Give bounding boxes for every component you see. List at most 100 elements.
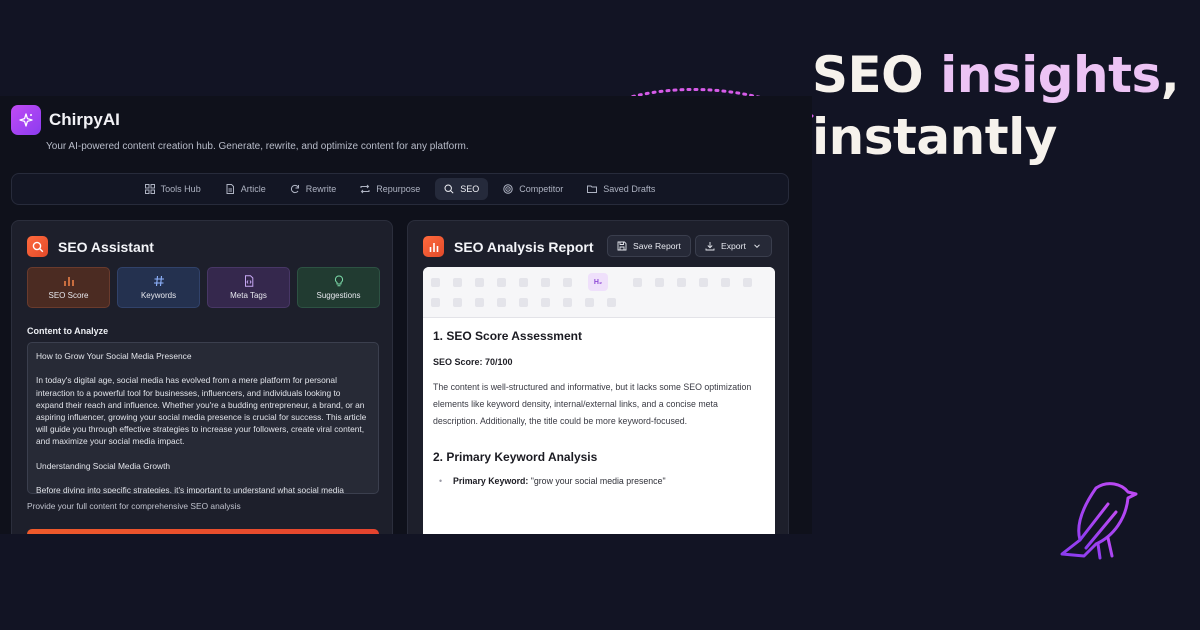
tool-label: Suggestions xyxy=(316,291,361,300)
save-report-button[interactable]: Save Report xyxy=(607,235,691,257)
app-window: ChirpyAI Your AI-powered content creatio… xyxy=(0,96,812,534)
bar-chart-icon xyxy=(63,277,74,286)
format-button[interactable] xyxy=(541,278,550,287)
format-button[interactable] xyxy=(431,278,440,287)
save-icon xyxy=(617,241,627,251)
card-header: SEO Assistant xyxy=(27,236,154,257)
nav-rewrite[interactable]: Rewrite xyxy=(281,178,346,200)
format-button[interactable] xyxy=(563,278,572,287)
keyword-label: Primary Keyword: xyxy=(453,476,529,486)
search-icon xyxy=(444,184,454,194)
content-textarea[interactable]: How to Grow Your Social Media Presence I… xyxy=(27,342,379,494)
nav-seo[interactable]: SEO xyxy=(435,178,489,200)
content-hint: Provide your full content for comprehens… xyxy=(27,501,241,511)
toolbar-row-1 xyxy=(431,278,572,287)
hero-headline: SEO insights, instantly xyxy=(812,44,1192,168)
keyword-value: "grow your social media presence" xyxy=(528,476,666,486)
nav-article[interactable]: Article xyxy=(216,178,275,200)
format-button[interactable] xyxy=(475,298,484,307)
content-label: Content to Analyze xyxy=(27,326,109,336)
target-icon xyxy=(503,184,513,194)
format-button[interactable] xyxy=(607,298,616,307)
nav-label: Tools Hub xyxy=(160,184,201,194)
format-button[interactable] xyxy=(453,278,462,287)
code-file-icon xyxy=(244,275,253,287)
section-heading: 1. SEO Score Assessment xyxy=(433,329,582,343)
hero-line-2: instantly xyxy=(812,108,1057,166)
card-title: SEO Analysis Report xyxy=(454,238,594,255)
tool-label: SEO Score xyxy=(48,291,89,300)
nav-label: Repurpose xyxy=(376,184,421,194)
lightbulb-icon xyxy=(334,275,343,287)
brand-name: ChirpyAI xyxy=(49,110,120,129)
bird-logo-icon xyxy=(1060,482,1138,560)
nav-label: Rewrite xyxy=(305,184,337,194)
nav-label: Article xyxy=(240,184,266,194)
hero-line-1: SEO insights, xyxy=(812,44,1192,106)
format-button[interactable] xyxy=(563,298,572,307)
hash-icon xyxy=(153,275,164,287)
meta-tags-button[interactable]: Meta Tags xyxy=(207,267,290,308)
report-document: H₂ 1. SEO Score Assessment SEO Score: 70… xyxy=(423,267,775,534)
editor-toolbar: H₂ xyxy=(423,267,775,318)
nav-label: Saved Drafts xyxy=(603,184,656,194)
document-body[interactable]: 1. SEO Score Assessment SEO Score: 70/10… xyxy=(423,318,775,496)
nav-label: Competitor xyxy=(519,184,564,194)
analyze-button[interactable] xyxy=(27,529,379,534)
tagline: Your AI-powered content creation hub. Ge… xyxy=(46,141,469,152)
tool-buttons: SEO Score Keywords Meta Tags Suggestions xyxy=(27,267,380,308)
hero-comma: , xyxy=(1160,46,1180,104)
seo-score-text: SEO Score: 70/100 xyxy=(433,357,513,367)
format-button[interactable] xyxy=(655,278,664,287)
toolbar-row-2 xyxy=(431,298,616,307)
list-item: Primary Keyword: "grow your social media… xyxy=(433,476,765,486)
hero-highlight: insights xyxy=(940,46,1161,104)
format-button[interactable] xyxy=(431,298,440,307)
suggestions-button[interactable]: Suggestions xyxy=(297,267,380,308)
format-button[interactable] xyxy=(721,278,730,287)
grid-icon xyxy=(144,184,155,194)
document-icon xyxy=(226,184,234,194)
sparkle-icon xyxy=(11,105,41,135)
assessment-paragraph: The content is well-structured and infor… xyxy=(433,382,752,426)
format-button[interactable] xyxy=(519,298,528,307)
brand[interactable]: ChirpyAI xyxy=(11,105,120,135)
format-button[interactable] xyxy=(541,298,550,307)
hero-text: SEO xyxy=(812,46,941,104)
tool-label: Keywords xyxy=(140,291,177,300)
card-title: SEO Assistant xyxy=(58,238,154,255)
section-heading: 2. Primary Keyword Analysis xyxy=(433,450,598,464)
format-button[interactable] xyxy=(497,278,506,287)
seo-assistant-card: SEO Assistant SEO Score Keywords Meta Ta… xyxy=(11,220,393,534)
nav-repurpose[interactable]: Repurpose xyxy=(351,178,429,200)
format-button[interactable] xyxy=(633,278,642,287)
format-button[interactable] xyxy=(585,298,594,307)
seo-score-button[interactable]: SEO Score xyxy=(27,267,110,308)
repeat-icon xyxy=(360,184,370,194)
export-label: Export xyxy=(721,241,746,251)
toolbar-row-1b xyxy=(633,278,752,287)
download-icon xyxy=(705,242,715,251)
format-button[interactable] xyxy=(519,278,528,287)
heading-2-button[interactable]: H₂ xyxy=(588,273,608,291)
card-header: SEO Analysis Report xyxy=(423,236,594,257)
chevron-down-icon xyxy=(753,244,760,249)
nav-tools-hub[interactable]: Tools Hub xyxy=(136,178,210,200)
format-button[interactable] xyxy=(453,298,462,307)
main-nav: Tools Hub Article Rewrite Repurpose SEO … xyxy=(11,173,789,205)
folder-icon xyxy=(587,185,598,193)
refresh-icon xyxy=(290,184,299,194)
format-button[interactable] xyxy=(497,298,506,307)
search-icon xyxy=(27,236,48,257)
save-label: Save Report xyxy=(633,241,681,251)
format-button[interactable] xyxy=(475,278,484,287)
nav-competitor[interactable]: Competitor xyxy=(494,178,572,200)
bar-chart-icon xyxy=(423,236,444,257)
format-button[interactable] xyxy=(743,278,752,287)
format-button[interactable] xyxy=(699,278,708,287)
export-button[interactable]: Export xyxy=(695,235,772,257)
nav-saved-drafts[interactable]: Saved Drafts xyxy=(578,178,664,200)
nav-label: SEO xyxy=(460,184,480,194)
keywords-button[interactable]: Keywords xyxy=(117,267,200,308)
format-button[interactable] xyxy=(677,278,686,287)
